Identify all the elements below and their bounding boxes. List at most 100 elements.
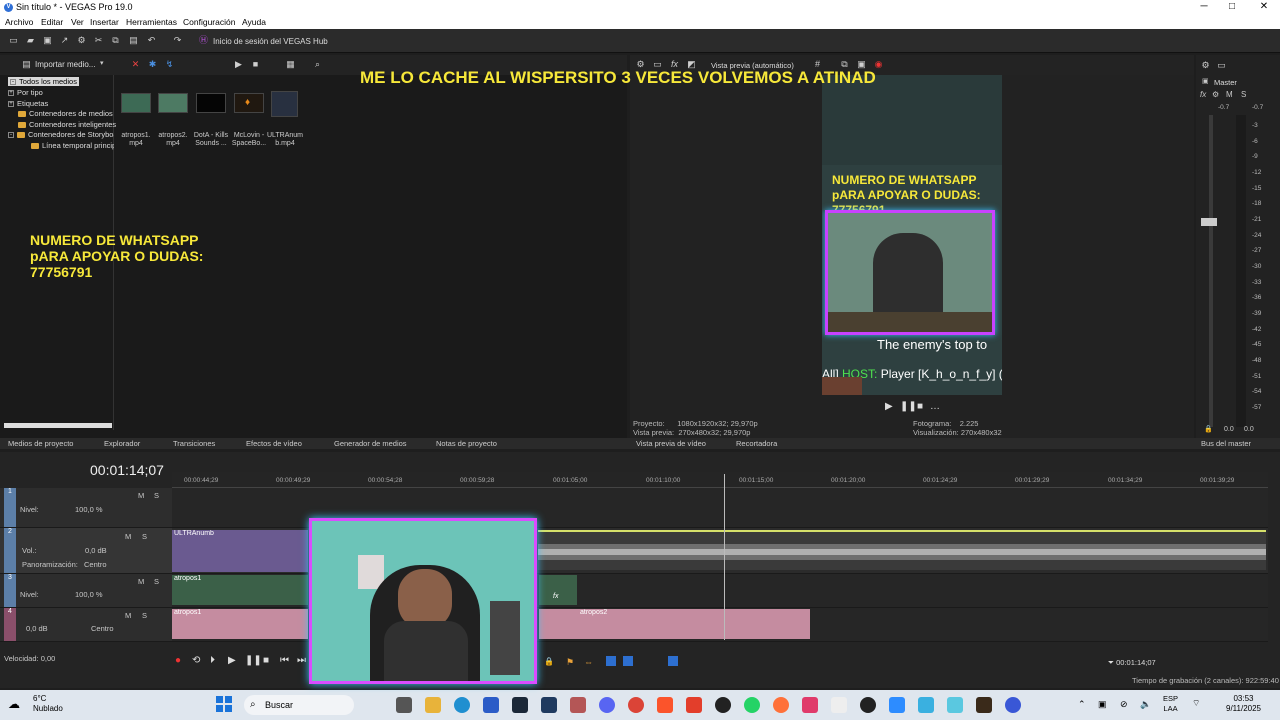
media-thumb-mclovin[interactable]: ♦ <box>234 93 264 113</box>
preview-stop-icon[interactable]: ■ <box>917 401 923 412</box>
go-to-start-icon[interactable]: ⏮ <box>280 655 289 666</box>
tab-bus-master[interactable]: Bus del master <box>1201 439 1251 448</box>
cut-icon[interactable]: ✂ <box>93 35 104 46</box>
paste-icon[interactable]: ▤ <box>128 35 139 46</box>
chat-icon[interactable] <box>947 697 963 713</box>
media-thumb-dota[interactable] <box>196 93 226 113</box>
steam-icon[interactable] <box>512 697 528 713</box>
network-icon[interactable]: ⊘ <box>1120 699 1128 710</box>
capcut-icon[interactable] <box>831 697 847 713</box>
media-thumb-atropos2[interactable] <box>158 93 188 113</box>
tab-notas-proyecto[interactable]: Notas de proyecto <box>436 439 497 448</box>
menu-ver[interactable]: Ver <box>71 17 84 27</box>
pause-icon[interactable]: ❚❚ <box>245 655 262 666</box>
tiktok-icon[interactable] <box>802 697 818 713</box>
import-media-button[interactable]: Importar medio... <box>35 60 95 69</box>
tab-recortadora[interactable]: Recortadora <box>736 439 777 448</box>
views-icon[interactable]: ▦ <box>285 59 296 70</box>
playback-speed[interactable]: Velocidad: 0,00 <box>4 654 55 663</box>
solo-button[interactable]: S <box>142 611 147 620</box>
search-icon[interactable]: ⌕ <box>312 59 323 70</box>
tab-efectos-video[interactable]: Efectos de vídeo <box>246 439 302 448</box>
lock-envelopes-icon[interactable]: 🔒 <box>544 657 554 666</box>
windows-start-icon[interactable] <box>216 696 232 712</box>
marker-icon[interactable]: ⚑ <box>566 657 574 668</box>
tray-app-icon[interactable]: ▣ <box>1098 699 1107 710</box>
record-button-icon[interactable]: ● <box>175 655 181 666</box>
media-fx-icon[interactable]: ✱ <box>147 59 158 70</box>
play-icon[interactable]: ▶ <box>228 655 236 666</box>
clip-ultranumb[interactable]: ULTRAnumb <box>172 530 308 572</box>
stop-media-icon[interactable]: ■ <box>250 59 261 70</box>
tree-item-contenedores-inteligentes[interactable]: Contenedores inteligentes <box>18 120 116 129</box>
app-icon[interactable] <box>686 697 702 713</box>
vegas-pro-icon[interactable] <box>1005 697 1021 713</box>
bg-app-icon[interactable] <box>541 697 557 713</box>
vegas-hub-login-link[interactable]: Inicio de sesión del VEGAS Hub <box>213 37 328 46</box>
new-project-icon[interactable]: ▭ <box>8 35 19 46</box>
tab-generador-medios[interactable]: Generador de medios <box>334 439 407 448</box>
weather-cloud-icon[interactable]: ☁ <box>8 697 20 711</box>
mute-button[interactable]: M <box>138 491 144 500</box>
wifi-icon[interactable]: ⌔ <box>1192 698 1200 709</box>
clip-atropos1-video-b[interactable]: fx <box>539 575 577 605</box>
tree-item-etiquetas[interactable]: + Etiquetas <box>8 99 48 108</box>
master-checkbox-icon[interactable]: ▣ <box>1202 77 1209 85</box>
media-thumb-ultranumb[interactable] <box>271 91 298 117</box>
master-gear-icon[interactable]: ⚙ <box>1212 90 1219 99</box>
render-icon[interactable]: ↗ <box>59 35 70 46</box>
open-folder-icon[interactable]: ▰ <box>25 35 36 46</box>
play-from-start-icon[interactable]: ⏵ <box>210 655 215 666</box>
solo-button[interactable]: S <box>154 491 159 500</box>
master-solo-button[interactable]: S <box>1241 90 1246 99</box>
store-icon[interactable] <box>483 697 499 713</box>
pan-value[interactable]: Centro <box>91 624 114 633</box>
master-settings-icon[interactable]: ⚙ <box>1200 60 1211 71</box>
tab-transiciones[interactable]: Transiciones <box>173 439 215 448</box>
mute-button[interactable]: M <box>125 611 131 620</box>
game-icon[interactable] <box>976 697 992 713</box>
minimize-button[interactable]: ─ <box>1194 1 1214 12</box>
level-value[interactable]: 100,0 % <box>75 590 103 599</box>
snap-icon[interactable] <box>606 656 616 666</box>
brave-icon[interactable] <box>657 697 673 713</box>
auto-crossfade-icon[interactable] <box>623 656 633 666</box>
media-thumb-atropos1[interactable] <box>121 93 151 113</box>
weather-widget[interactable]: 6°C Nublado <box>33 694 63 714</box>
remove-media-icon[interactable]: ✕ <box>130 59 141 70</box>
menu-insertar[interactable]: Insertar <box>90 17 119 27</box>
tree-item-linea-temporal[interactable]: Línea temporal principal <box>31 141 114 150</box>
auto-preview-icon[interactable]: ↯ <box>164 59 175 70</box>
audio-waveform[interactable] <box>538 530 1266 570</box>
mute-button[interactable]: M <box>125 532 131 541</box>
ripple-edit-icon[interactable] <box>668 656 678 666</box>
tree-scrollbar[interactable] <box>4 423 112 428</box>
playhead[interactable] <box>724 474 725 640</box>
file-explorer-icon[interactable] <box>425 697 441 713</box>
preview-play-icon[interactable]: ▶ <box>885 401 893 412</box>
solo-button[interactable]: S <box>154 577 159 586</box>
settings-gear-icon[interactable]: ⚙ <box>76 35 87 46</box>
region-icon[interactable]: ⇔ <box>584 657 593 667</box>
firefox-icon[interactable] <box>773 697 789 713</box>
menu-ayuda[interactable]: Ayuda <box>242 17 266 27</box>
github-icon[interactable] <box>715 697 731 713</box>
clip-atropos1-video[interactable]: atropos1 <box>172 575 308 605</box>
mute-button[interactable]: M <box>138 577 144 586</box>
close-button[interactable]: ✕ <box>1254 1 1274 12</box>
menu-herramientas[interactable]: Herramientas <box>126 17 177 27</box>
tree-item-por-tipo[interactable]: + Por tipo <box>8 88 43 97</box>
solo-button[interactable]: S <box>142 532 147 541</box>
whatsapp-icon[interactable] <box>744 697 760 713</box>
task-view-icon[interactable] <box>396 697 412 713</box>
menu-editar[interactable]: Editar <box>41 17 63 27</box>
menu-configuracion[interactable]: Configuración <box>183 17 235 27</box>
track-header-1[interactable]: 1 M S Nivel: 100,0 % <box>0 488 172 528</box>
tree-item-contenedores-medios[interactable]: Contenedores de medios <box>18 109 113 118</box>
clip-atropos2-audio[interactable]: atropos2 <box>578 609 810 639</box>
maximize-button[interactable]: □ <box>1222 1 1242 12</box>
master-mute-button[interactable]: M <box>1226 90 1233 99</box>
import-media-icon[interactable]: ▤ <box>21 59 32 70</box>
play-media-icon[interactable]: ▶ <box>233 59 244 70</box>
clip-atropos1-audio-b[interactable] <box>539 609 579 639</box>
